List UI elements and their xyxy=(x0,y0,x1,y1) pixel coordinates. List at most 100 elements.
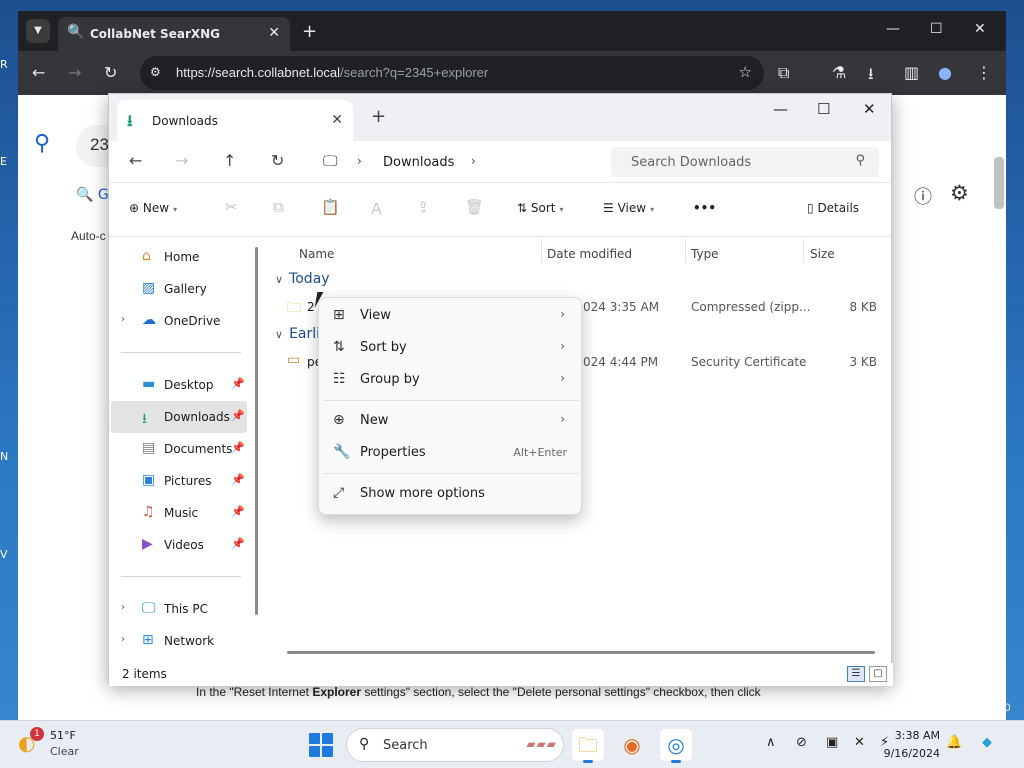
paste-icon[interactable]: 📋 xyxy=(321,198,340,216)
context-item-view[interactable]: ⊞ View › xyxy=(323,300,579,332)
horizontal-scrollbar[interactable] xyxy=(287,651,875,654)
nav-item-documents[interactable]: ▤ Documents 📌 xyxy=(111,433,247,465)
new-button[interactable]: ⊕ New ▾ xyxy=(129,201,177,215)
copy-icon[interactable]: ⧉ xyxy=(273,198,284,216)
cut-icon[interactable]: ✂ xyxy=(225,198,238,216)
context-item-properties[interactable]: 🔧 Properties Alt+Enter xyxy=(323,437,579,469)
weather-condition[interactable]: Clear xyxy=(50,745,79,758)
page-scrollbar[interactable] xyxy=(994,157,1004,209)
context-item-sort-by[interactable]: ⇅ Sort by › xyxy=(323,332,579,364)
refresh-icon[interactable]: ↻ xyxy=(271,151,284,170)
chevron-right-icon[interactable]: › xyxy=(471,154,476,168)
group-header-today[interactable]: ∨ Today xyxy=(275,271,330,287)
bookmark-star-icon[interactable]: ☆ xyxy=(739,63,752,81)
bell-icon[interactable]: 🔔 xyxy=(946,735,962,750)
nav-item-videos[interactable]: ▶ Videos 📌 xyxy=(111,529,247,561)
display-icon[interactable]: ▣ xyxy=(826,735,838,750)
close-window-icon[interactable]: ✕ xyxy=(974,21,986,37)
nav-item-gallery[interactable]: ▨ Gallery xyxy=(111,273,247,305)
column-divider[interactable] xyxy=(803,239,804,263)
context-item-show-more-options[interactable]: ⤢ Show more options xyxy=(323,478,579,510)
pc-icon[interactable]: 🖵 xyxy=(323,152,337,170)
nav-item-music[interactable]: ♫ Music 📌 xyxy=(111,497,247,529)
new-tab-button[interactable]: + xyxy=(302,21,317,42)
breadcrumb-downloads[interactable]: Downloads xyxy=(383,155,454,170)
nav-item-network[interactable]: › ⊞ Network xyxy=(111,625,247,657)
context-item-group-by[interactable]: ☷ Group by › xyxy=(323,364,579,396)
nav-scrollbar[interactable] xyxy=(255,247,258,615)
side-panel-icon[interactable]: ▥ xyxy=(904,63,919,82)
weather-temp[interactable]: 51°F xyxy=(50,729,76,742)
details-view-icon[interactable]: ☰ xyxy=(847,666,865,682)
delete-icon[interactable]: 🗑 xyxy=(465,198,484,216)
site-info-icon[interactable]: ⚙ xyxy=(150,65,161,79)
new-tab-button[interactable]: + xyxy=(371,106,386,127)
tab-search-button[interactable]: ▼ xyxy=(26,19,50,43)
maximize-icon[interactable]: ☐ xyxy=(930,21,943,37)
details-button[interactable]: ▯ Details xyxy=(807,201,859,215)
extensions-icon[interactable]: ⧉ xyxy=(778,63,789,83)
explorer-tab[interactable]: ⭳ Downloads ✕ xyxy=(117,100,353,141)
taskbar-search[interactable]: ⚲ Search ▰▰▰ xyxy=(346,728,564,762)
start-button[interactable] xyxy=(309,733,333,757)
info-icon[interactable]: ⓘ xyxy=(914,183,932,209)
nav-item-home[interactable]: ⌂ Home xyxy=(111,241,247,273)
column-header-date[interactable]: Date modified xyxy=(547,247,632,261)
browser-tab[interactable]: 🔍 CollabNet SearXNG ✕ xyxy=(58,17,290,51)
column-divider[interactable] xyxy=(541,239,542,263)
back-icon[interactable]: ← xyxy=(129,151,142,170)
music-icon: ♫ xyxy=(142,504,155,520)
searxng-search-icon[interactable]: ⚲ xyxy=(34,131,50,156)
column-header-name[interactable]: Name xyxy=(299,247,334,261)
menu-icon[interactable]: ⋮ xyxy=(976,63,992,82)
volume-off-icon[interactable]: ✕ xyxy=(854,735,865,750)
network-off-icon[interactable]: ⊘ xyxy=(796,735,807,750)
minimize-icon[interactable]: — xyxy=(773,100,788,118)
address-bar[interactable]: ⚙ https://search.collabnet.local/search?… xyxy=(140,56,764,90)
chrome-icon[interactable]: ◎ xyxy=(660,729,692,763)
profile-icon[interactable]: ● xyxy=(938,63,952,82)
breadcrumb[interactable]: 🖵 › Downloads › xyxy=(315,147,599,177)
maximize-icon[interactable]: ☐ xyxy=(817,100,830,118)
nav-item-downloads[interactable]: ⭳ Downloads 📌 xyxy=(111,401,247,433)
file-explorer-taskbar-icon[interactable]: 🗀 xyxy=(572,729,604,763)
column-header-size[interactable]: Size xyxy=(810,247,835,261)
clock[interactable]: 3:38 AM 9/16/2024 xyxy=(884,727,940,763)
notification-badge: 1 xyxy=(30,727,44,741)
close-window-icon[interactable]: ✕ xyxy=(863,100,876,118)
close-tab-icon[interactable]: ✕ xyxy=(268,25,280,41)
close-tab-icon[interactable]: ✕ xyxy=(331,112,343,128)
view-button[interactable]: ☰ View ▾ xyxy=(603,201,654,215)
chevron-right-icon[interactable]: › xyxy=(121,602,125,613)
nav-item-this-pc[interactable]: › 🖵 This PC xyxy=(111,593,247,625)
column-divider[interactable] xyxy=(685,239,686,263)
forward-icon[interactable]: → xyxy=(68,63,81,82)
sort-button[interactable]: ⇅ Sort ▾ xyxy=(517,201,564,215)
firefox-icon[interactable]: ◉ xyxy=(616,729,648,761)
up-icon[interactable]: ↑ xyxy=(223,151,236,170)
forward-icon[interactable]: → xyxy=(175,151,188,170)
back-icon[interactable]: ← xyxy=(32,63,45,82)
download-icon[interactable]: ⭳ xyxy=(868,63,874,90)
chevron-right-icon[interactable]: › xyxy=(121,634,125,645)
more-options-button[interactable]: ••• xyxy=(693,201,716,215)
reload-icon[interactable]: ↻ xyxy=(104,63,117,82)
explorer-search-input[interactable]: Search Downloads ⚲ xyxy=(611,147,879,177)
search-tab-general[interactable]: 🔍 G xyxy=(76,187,109,203)
rename-icon[interactable]: Ａ xyxy=(369,198,384,219)
context-item-new[interactable]: ⊕ New › xyxy=(323,405,579,437)
minimize-icon[interactable]: — xyxy=(886,21,900,37)
nav-item-pictures[interactable]: ▣ Pictures 📌 xyxy=(111,465,247,497)
tiles-view-icon[interactable]: ▢ xyxy=(869,666,887,682)
labs-icon[interactable]: ⚗ xyxy=(832,63,846,82)
chevron-right-icon[interactable]: › xyxy=(357,154,362,168)
column-header-type[interactable]: Type xyxy=(691,247,719,261)
chevron-up-icon[interactable]: ∧ xyxy=(766,735,776,750)
share-icon[interactable]: ⇪ xyxy=(417,198,430,216)
group-header-earlier[interactable]: ∨ Earli xyxy=(275,326,320,342)
chevron-right-icon[interactable]: › xyxy=(121,314,125,325)
nav-item-onedrive[interactable]: › ☁ OneDrive xyxy=(111,305,247,337)
copilot-icon[interactable]: ◆ xyxy=(982,735,992,750)
settings-gear-icon[interactable]: ⚙ xyxy=(950,181,969,205)
nav-item-desktop[interactable]: ▬ Desktop 📌 xyxy=(111,369,247,401)
